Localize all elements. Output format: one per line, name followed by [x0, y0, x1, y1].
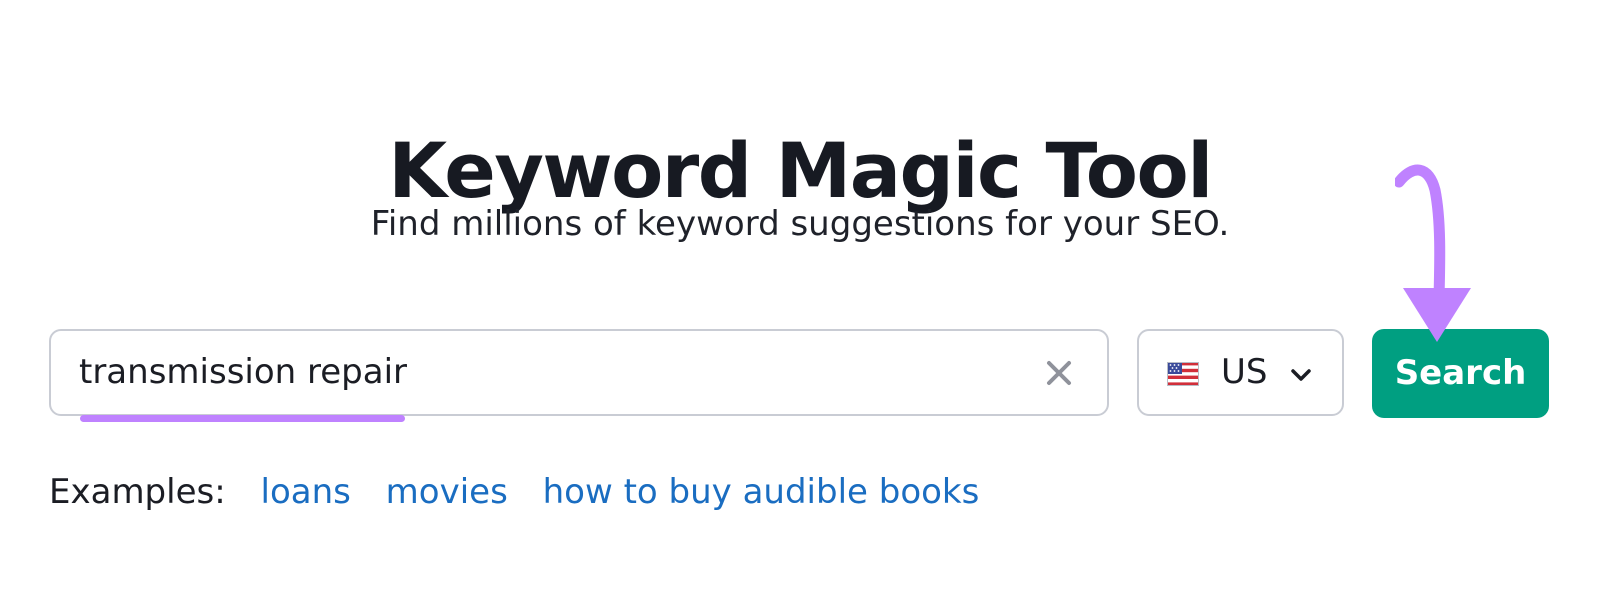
- examples-row: Examples: loans movies how to buy audibl…: [49, 470, 1003, 514]
- examples-label: Examples:: [49, 472, 226, 512]
- search-button[interactable]: Search: [1372, 329, 1549, 418]
- database-select[interactable]: US: [1137, 329, 1344, 416]
- search-input-value[interactable]: transmission repair: [79, 350, 407, 394]
- keyword-search-input[interactable]: transmission repair: [49, 329, 1109, 422]
- database-value: US: [1221, 352, 1268, 392]
- highlight-underline: [80, 415, 405, 422]
- example-link-audible-books[interactable]: how to buy audible books: [543, 472, 980, 512]
- example-link-movies[interactable]: movies: [386, 472, 508, 512]
- page-subtitle: Find millions of keyword suggestions for…: [370, 204, 1230, 244]
- chevron-down-icon: [1291, 369, 1311, 381]
- us-flag-icon: [1167, 362, 1199, 386]
- close-icon[interactable]: [1043, 357, 1075, 389]
- example-link-loans[interactable]: loans: [261, 472, 351, 512]
